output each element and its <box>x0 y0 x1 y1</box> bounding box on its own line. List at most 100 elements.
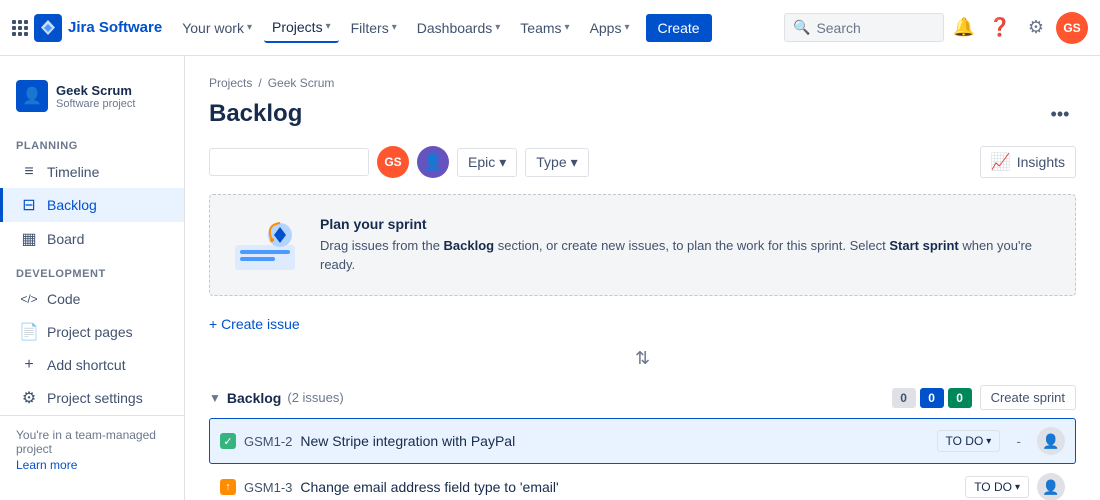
badge-done: 0 <box>948 388 972 408</box>
avatar-filter-2[interactable]: 👤 <box>417 146 449 178</box>
create-sprint-button[interactable]: Create sprint <box>980 385 1076 410</box>
backlog-issue-count: (2 issues) <box>287 390 343 405</box>
backlog-section-header[interactable]: ▼ Backlog (2 issues) 0 0 0 Create sprint <box>209 377 1076 418</box>
status-chevron: ▾ <box>1015 482 1020 493</box>
project-settings-label: Project settings <box>47 390 143 406</box>
add-shortcut-label: Add shortcut <box>47 357 126 373</box>
issue-assignee-avatar[interactable]: 👤 <box>1037 427 1065 455</box>
your-work-chevron: ▾ <box>247 22 252 33</box>
backlog-icon: ⊟ <box>19 195 39 215</box>
type-chevron: ▾ <box>571 154 578 171</box>
type-filter-button[interactable]: Type ▾ <box>525 148 588 177</box>
sprint-banner-content: Plan your sprint Drag issues from the Ba… <box>320 216 1055 275</box>
notifications-button[interactable]: 🔔 <box>948 12 980 44</box>
code-icon: </> <box>19 292 39 306</box>
sprint-illustration <box>230 215 300 275</box>
page-header: Backlog ••• <box>209 98 1076 130</box>
status-chevron: ▾ <box>986 436 991 447</box>
backlog-label: Backlog <box>47 197 97 213</box>
timeline-label: Timeline <box>47 164 99 180</box>
nav-projects[interactable]: Projects ▾ <box>264 13 339 43</box>
sidebar: 👤 Geek Scrum Software project PLANNING ≡… <box>0 56 185 500</box>
code-label: Code <box>47 291 80 307</box>
create-button[interactable]: Create <box>646 14 712 42</box>
page-title: Backlog <box>209 100 302 128</box>
insights-chart-icon: 📈 <box>991 152 1011 172</box>
pages-label: Project pages <box>47 324 133 340</box>
backlog-section-title: Backlog <box>227 390 281 406</box>
issue-assignee-avatar[interactable]: 👤 <box>1037 473 1065 500</box>
sidebar-item-timeline[interactable]: ≡ Timeline <box>0 156 184 188</box>
sidebar-footer: You're in a team-managed project Learn m… <box>0 415 184 484</box>
learn-more-link[interactable]: Learn more <box>16 458 77 472</box>
nav-filters[interactable]: Filters ▾ <box>343 14 405 42</box>
apps-chevron: ▾ <box>624 22 629 33</box>
epic-filter-button[interactable]: Epic ▾ <box>457 148 517 177</box>
sprint-banner: Plan your sprint Drag issues from the Ba… <box>209 194 1076 296</box>
breadcrumb-project[interactable]: Geek Scrum <box>268 76 335 90</box>
issue-summary: Change email address field type to 'emai… <box>300 479 957 495</box>
nav-your-work[interactable]: Your work ▾ <box>174 14 260 42</box>
search-icon: 🔍 <box>793 19 810 36</box>
issue-status-button[interactable]: TO DO ▾ <box>937 430 1001 452</box>
filters-chevron: ▾ <box>392 22 397 33</box>
issue-key: GSM1-2 <box>244 434 292 449</box>
toolbar: GS 👤 Epic ▾ Type ▾ 📈 Insights <box>209 146 1076 178</box>
sprint-banner-desc: Drag issues from the Backlog section, or… <box>320 236 1055 275</box>
backlog-collapse-chevron: ▼ <box>209 391 221 405</box>
sidebar-item-backlog[interactable]: ⊟ Backlog <box>0 188 184 222</box>
sprint-banner-title: Plan your sprint <box>320 216 1055 232</box>
global-search[interactable]: 🔍 Search <box>784 13 944 42</box>
breadcrumb-sep: / <box>258 76 261 90</box>
issue-row[interactable]: ↑ GSM1-3 Change email address field type… <box>209 464 1076 500</box>
top-nav: Jira Software Your work ▾ Projects ▾ Fil… <box>0 0 1100 56</box>
app-name: Jira Software <box>68 19 162 36</box>
main-content: Projects / Geek Scrum Backlog ••• GS 👤 E… <box>185 56 1100 500</box>
user-avatar[interactable]: GS <box>1056 12 1088 44</box>
project-type: Software project <box>56 98 135 110</box>
issue-status-button[interactable]: TO DO ▾ <box>965 476 1029 498</box>
sidebar-add-shortcut[interactable]: + Add shortcut <box>0 349 184 381</box>
teams-chevron: ▾ <box>565 22 570 33</box>
sidebar-project-settings[interactable]: ⚙ Project settings <box>0 381 184 415</box>
nav-dashboards[interactable]: Dashboards ▾ <box>409 14 509 42</box>
app-logo[interactable]: Jira Software <box>12 14 162 42</box>
search-placeholder: Search <box>816 20 860 36</box>
nav-apps[interactable]: Apps ▾ <box>582 14 638 42</box>
jira-logo-icon <box>34 14 62 42</box>
sidebar-item-pages[interactable]: 📄 Project pages <box>0 315 184 349</box>
board-label: Board <box>47 231 84 247</box>
badge-inprogress: 0 <box>920 388 944 408</box>
sidebar-project-header: 👤 Geek Scrum Software project <box>0 72 184 128</box>
create-issue-button[interactable]: + Create issue <box>209 308 1076 340</box>
issue-type-story-icon: ✓ <box>220 433 236 449</box>
more-options-button[interactable]: ••• <box>1044 98 1076 130</box>
epic-chevron: ▾ <box>499 154 506 171</box>
app-layout: 👤 Geek Scrum Software project PLANNING ≡… <box>0 0 1100 500</box>
settings-icon: ⚙ <box>19 388 39 408</box>
breadcrumb-projects[interactable]: Projects <box>209 76 252 90</box>
pages-icon: 📄 <box>19 322 39 342</box>
grid-icon <box>12 20 28 36</box>
insights-button[interactable]: 📈 Insights <box>980 146 1076 178</box>
issue-summary: New Stripe integration with PayPal <box>300 433 928 449</box>
issue-priority-dash: - <box>1008 433 1029 449</box>
project-name: Geek Scrum <box>56 83 135 98</box>
development-section-label: DEVELOPMENT <box>0 256 184 284</box>
issue-type-improvement-icon: ↑ <box>220 479 236 495</box>
planning-section-label: PLANNING <box>0 128 184 156</box>
issue-key: GSM1-3 <box>244 480 292 495</box>
breadcrumb: Projects / Geek Scrum <box>209 76 1076 90</box>
badge-todo: 0 <box>892 388 916 408</box>
timeline-icon: ≡ <box>19 163 39 181</box>
issue-row[interactable]: ✓ GSM1-2 New Stripe integration with Pay… <box>209 418 1076 464</box>
projects-chevron: ▾ <box>326 21 331 32</box>
sidebar-item-code[interactable]: </> Code <box>0 284 184 314</box>
avatar-filter-1[interactable]: GS <box>377 146 409 178</box>
sidebar-item-board[interactable]: ▦ Board <box>0 222 184 256</box>
settings-button[interactable]: ⚙ <box>1020 12 1052 44</box>
help-button[interactable]: ❓ <box>984 12 1016 44</box>
nav-teams[interactable]: Teams ▾ <box>512 14 577 42</box>
backlog-search-input[interactable] <box>209 148 369 176</box>
sprint-illustration-svg <box>230 215 300 275</box>
